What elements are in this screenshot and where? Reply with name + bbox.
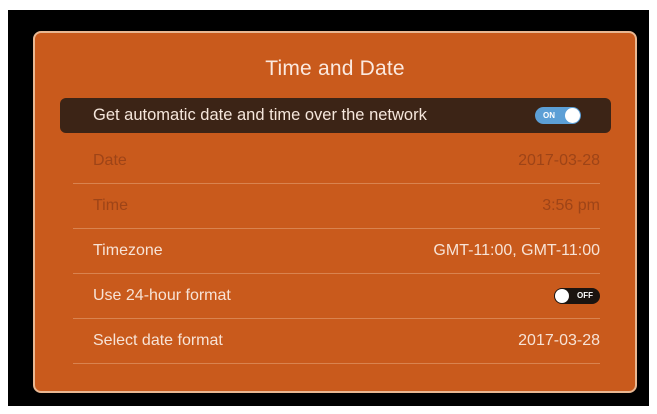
date-format-row[interactable]: Select date format 2017-03-28: [73, 319, 600, 364]
time-and-date-dialog: Time and Date Get automatic date and tim…: [33, 31, 637, 393]
date-label: Date: [93, 152, 127, 169]
dialog-title: Time and Date: [265, 57, 405, 80]
toggle-knob: [555, 289, 569, 303]
time-value: 3:56 pm: [542, 197, 600, 214]
24-hour-format-row[interactable]: Use 24-hour format OFF: [73, 274, 600, 319]
time-row: Time 3:56 pm: [73, 184, 600, 229]
toggle-on-label: ON: [543, 111, 555, 120]
auto-date-time-label: Get automatic date and time over the net…: [93, 106, 427, 124]
date-row: Date 2017-03-28: [73, 139, 600, 184]
date-format-label: Select date format: [93, 332, 223, 349]
date-format-value: 2017-03-28: [518, 332, 600, 349]
time-label: Time: [93, 197, 128, 214]
timezone-value: GMT-11:00, GMT-11:00: [433, 242, 600, 259]
timezone-label: Timezone: [93, 242, 163, 259]
timezone-row[interactable]: Timezone GMT-11:00, GMT-11:00: [73, 229, 600, 274]
date-value: 2017-03-28: [518, 152, 600, 169]
toggle-knob: [565, 108, 580, 123]
auto-date-time-toggle[interactable]: ON: [535, 107, 581, 124]
24-hour-format-toggle[interactable]: OFF: [554, 288, 600, 304]
24-hour-format-label: Use 24-hour format: [93, 287, 231, 304]
toggle-off-label: OFF: [577, 291, 593, 300]
auto-date-time-row[interactable]: Get automatic date and time over the net…: [60, 98, 611, 133]
